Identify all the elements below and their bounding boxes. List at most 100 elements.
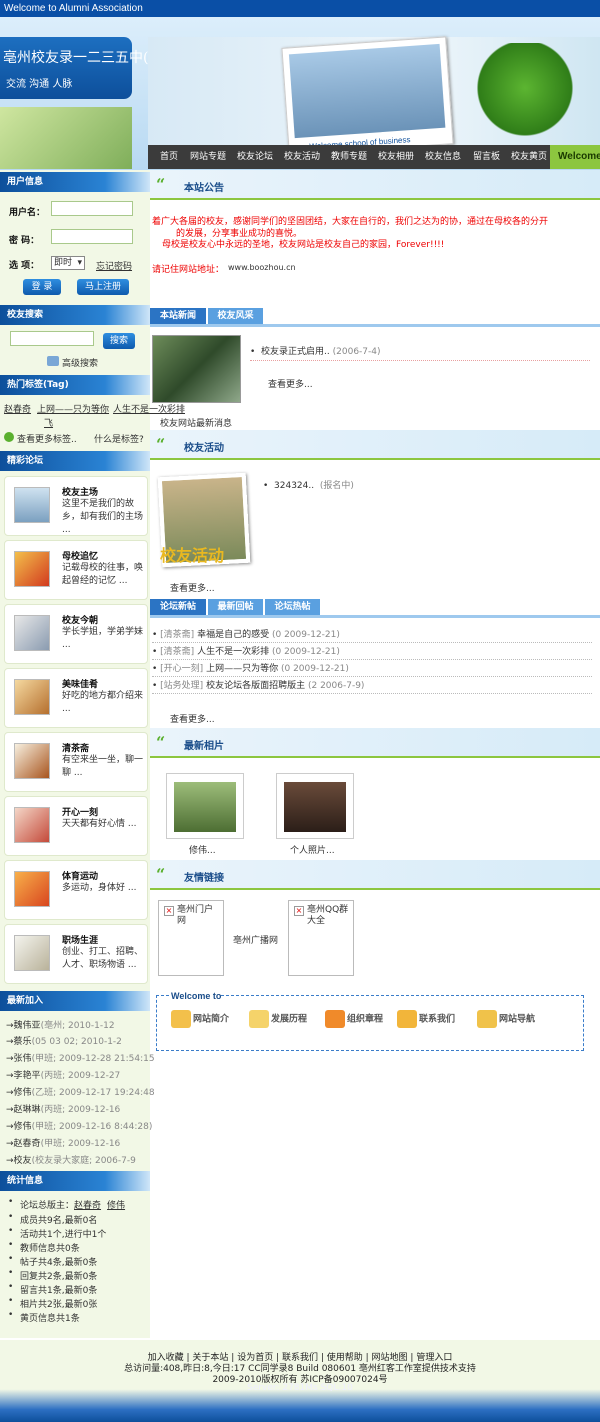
- top-bar: Welcome to Alumni Association: [0, 0, 600, 17]
- member-name: 修伟: [13, 1122, 32, 1132]
- tab-hot-posts[interactable]: 论坛热帖: [265, 599, 320, 615]
- username-input[interactable]: [51, 201, 133, 216]
- tab-alumni-style[interactable]: 校友风采: [208, 308, 263, 324]
- welcome-link-history[interactable]: 发展历程: [249, 1010, 307, 1028]
- nav-guestbook[interactable]: 留言板: [473, 145, 500, 169]
- forum-desc: 多运动，身体好 ...: [62, 883, 137, 893]
- member-info: (甲班; 2009-12-16: [40, 1139, 121, 1149]
- list-item[interactable]: →赵琳琳(丙班; 2009-12-16: [6, 1102, 120, 1115]
- login-option-select[interactable]: 即时 ▾: [51, 256, 85, 270]
- forum-more-link[interactable]: 查看更多...: [170, 712, 215, 725]
- friend-link-label: 亳州门户网: [177, 905, 214, 926]
- chevron-down-icon: ▾: [77, 258, 82, 268]
- member-info: (甲班; 2009-12-28 21:54:15: [31, 1054, 155, 1064]
- tab-site-news[interactable]: 本站新闻: [150, 308, 206, 324]
- list-item[interactable]: →蔡乐(05 03 02; 2010-1-2: [6, 1034, 122, 1047]
- photo-caption[interactable]: 个人照片...: [290, 843, 335, 856]
- welcome-link-charter[interactable]: 组织章程: [325, 1010, 383, 1028]
- news-date: (2006-7-4): [332, 347, 381, 357]
- tag-item[interactable]: 上网——只为等你: [37, 402, 109, 415]
- welcome-link-contact[interactable]: 联系我们: [397, 1010, 455, 1028]
- forum-item-career[interactable]: 职场生涯 创业、打工、招聘、人才、职场物语 ...: [4, 924, 148, 984]
- welcome-link-about[interactable]: 网站简介: [171, 1010, 229, 1028]
- nav-alumni-info[interactable]: 校友信息: [425, 145, 461, 169]
- news-item[interactable]: • 校友录正式启用.. (2006-7-4): [250, 344, 381, 357]
- forgot-password-link[interactable]: 忘记密码: [96, 259, 132, 272]
- table-row[interactable]: • [清茶斋] 人生不是一次彩排 (0 2009-12-21): [152, 644, 592, 660]
- list-item[interactable]: →张伟(甲班; 2009-12-28 21:54:15: [6, 1051, 155, 1064]
- forum-desc: 学长学姐，学弟学妹 ...: [62, 627, 144, 650]
- list-item[interactable]: →魏伟亚(亳州; 2010-1-12: [6, 1018, 115, 1031]
- forum-item-fun[interactable]: 开心一刻 天天都有好心情 ...: [4, 796, 148, 856]
- list-item[interactable]: →修伟(乙班; 2009-12-17 19:24:48: [6, 1085, 155, 1098]
- nav-topics[interactable]: 网站专题: [190, 145, 226, 169]
- signpost-icon: [477, 1010, 497, 1028]
- welcome-link-label: 联系我们: [419, 1014, 456, 1025]
- moderator-link[interactable]: 修伟: [107, 1201, 125, 1211]
- stat-item: 留言共1条,最新0条: [8, 1282, 97, 1296]
- tags-heading: 热门标签(Tag): [0, 375, 150, 395]
- list-item[interactable]: →修伟(甲班; 2009-12-16 8:44:28): [6, 1119, 152, 1132]
- moderator-label: 论坛总版主：: [20, 1201, 75, 1211]
- quote-icon: “: [156, 865, 166, 884]
- forum-item-food[interactable]: 美味佳肴 好吃的地方都介绍来 ...: [4, 668, 148, 728]
- table-row[interactable]: • [清茶斋] 幸福是自己的感受 (0 2009-12-21): [152, 627, 592, 643]
- moderator-link[interactable]: 赵春奇: [74, 1201, 101, 1211]
- advanced-search-icon: [47, 356, 59, 366]
- nav-activities[interactable]: 校友活动: [284, 145, 320, 169]
- list-item[interactable]: →校友(校友录大家庭; 2006-7-9: [6, 1153, 136, 1166]
- password-input[interactable]: [51, 229, 133, 244]
- activity-item[interactable]: • 324324.. (报名中): [263, 478, 354, 491]
- list-item[interactable]: →赵春奇(甲班; 2009-12-16: [6, 1136, 120, 1149]
- username-label: 用户名：: [9, 208, 46, 218]
- nav-albums[interactable]: 校友相册: [378, 145, 414, 169]
- forum-item-home[interactable]: 校友主场 这里不是我们的故乡，却有我们的主场 ...: [4, 476, 148, 536]
- activities-title: 校友活动: [184, 443, 224, 454]
- nav-home[interactable]: 首页: [160, 145, 178, 169]
- forum-item-tea[interactable]: 清茶斋 有空来坐一坐，聊一聊 ...: [4, 732, 148, 792]
- nav-yellow-pages[interactable]: 校友黄页: [511, 145, 547, 169]
- friend-link[interactable]: 亳州广播网: [233, 933, 278, 946]
- tab-new-posts[interactable]: 论坛新帖: [150, 599, 206, 615]
- activities-header: “ 校友活动: [150, 430, 600, 460]
- member-name: 蔡乐: [13, 1037, 32, 1047]
- search-input[interactable]: [10, 331, 94, 346]
- tag-item[interactable]: 人生不是一次彩排: [113, 402, 185, 415]
- post-title: 人生不是一次彩排: [197, 647, 270, 657]
- tag-item[interactable]: 赵春奇: [4, 402, 31, 415]
- tab-latest-replies[interactable]: 最新回帖: [208, 599, 263, 615]
- photo-thumbnail: [284, 782, 346, 832]
- forum-desc: 好吃的地方都介绍来 ...: [62, 691, 144, 714]
- activity-photo-text: 校友活动: [160, 546, 225, 565]
- photo-card[interactable]: [276, 773, 354, 839]
- photo-card[interactable]: [166, 773, 244, 839]
- news-more-link[interactable]: 查看更多...: [268, 377, 313, 390]
- register-button[interactable]: 马上注册: [77, 279, 129, 295]
- member-info: (亳州; 2010-1-12: [40, 1021, 115, 1031]
- login-button[interactable]: 登 录: [23, 279, 61, 295]
- welcome-link-sitemap[interactable]: 网站导航: [477, 1010, 535, 1028]
- forum-item-today[interactable]: 校友今朝 学长学姐，学弟学妹 ...: [4, 604, 148, 664]
- what-is-tag-link[interactable]: 什么是标签?: [94, 432, 144, 445]
- nav-teachers[interactable]: 教师专题: [331, 145, 367, 169]
- photo-caption[interactable]: 修伟...: [189, 843, 216, 856]
- activities-more-link[interactable]: 查看更多...: [170, 581, 215, 594]
- forum-name: 母校追忆: [62, 552, 99, 562]
- friend-link[interactable]: × 亳州门户网: [158, 900, 224, 976]
- table-row[interactable]: • [站务处理] 校友论坛各版面招聘版主 (2 2006-7-9): [152, 678, 592, 694]
- advanced-search-link[interactable]: 高级搜索: [62, 356, 98, 369]
- announcement-site-url[interactable]: www.boozhou.cn: [228, 263, 296, 272]
- list-item[interactable]: →李艳平(丙班; 2009-12-27: [6, 1068, 120, 1081]
- nav-forum[interactable]: 校友论坛: [237, 145, 273, 169]
- forum-item-sports[interactable]: 体育运动 多运动，身体好 ...: [4, 860, 148, 920]
- book-icon: [171, 1010, 191, 1028]
- forum-item-memories[interactable]: 母校追忆 记载母校的往事，唤起曾经的记忆 ...: [4, 540, 148, 600]
- friend-link[interactable]: × 亳州QQ群大全: [288, 900, 354, 976]
- food-icon: [14, 679, 50, 715]
- news-caption: 校友网站最新消息: [160, 419, 233, 429]
- tag-item[interactable]: 飞: [44, 416, 53, 429]
- table-row[interactable]: • [开心一刻] 上网——只为等你 (0 2009-12-21): [152, 661, 592, 677]
- search-button[interactable]: 搜索: [103, 333, 135, 349]
- links-title: 友情链接: [184, 873, 224, 884]
- tag-more-link[interactable]: 查看更多标签..: [17, 432, 77, 445]
